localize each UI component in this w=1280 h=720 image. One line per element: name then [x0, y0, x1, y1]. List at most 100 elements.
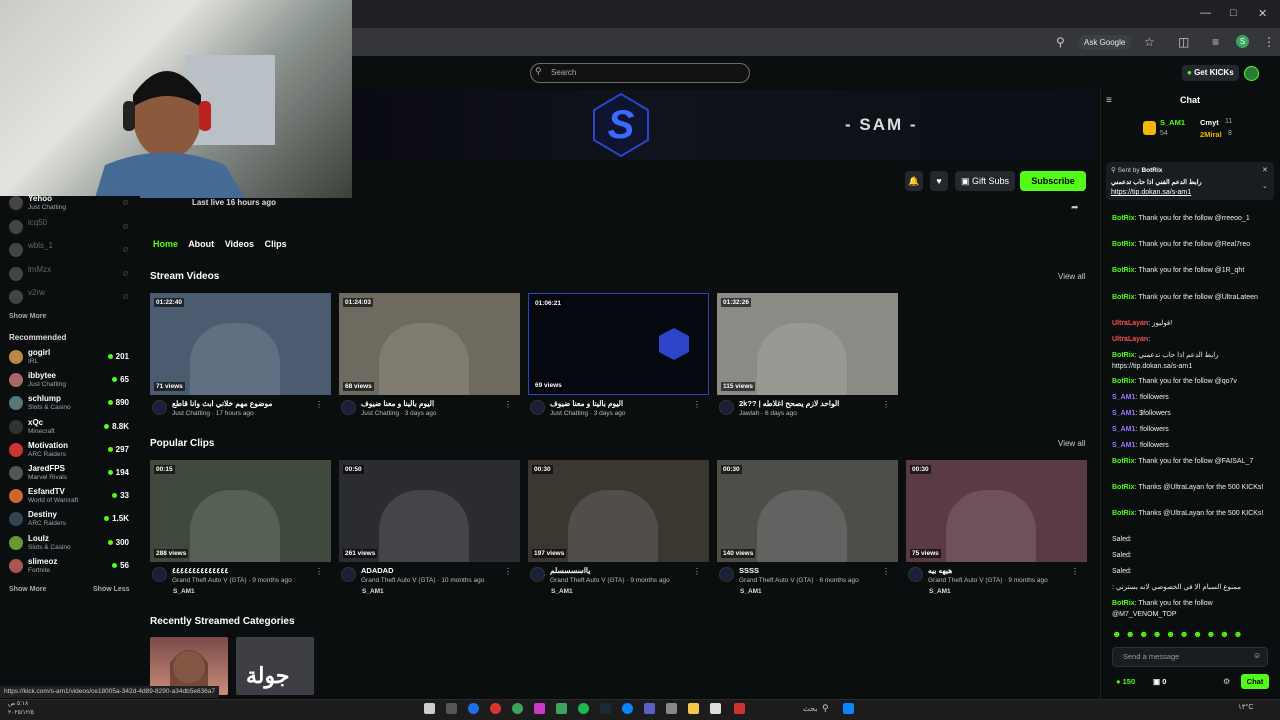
sidebar-following-item[interactable]: icq50 ⊘: [9, 217, 129, 239]
tab-videos[interactable]: Videos: [225, 239, 254, 249]
stream-videos-view-all[interactable]: View all: [1058, 272, 1085, 281]
chat-username[interactable]: BotRix: [1112, 378, 1135, 385]
more-options-icon[interactable]: ⋮: [315, 567, 323, 576]
chat-message-input[interactable]: Send a message: [1112, 647, 1268, 667]
more-options-icon[interactable]: ⋮: [504, 400, 512, 409]
sidebar-recommended-item[interactable]: xQc Minecraft 8.8K: [9, 417, 129, 439]
chat-username[interactable]: BotRix: [1112, 352, 1135, 359]
share-icon[interactable]: ➦: [1071, 202, 1079, 213]
sidebar-recommended-item[interactable]: Destiny ARC Raiders 1.5K: [9, 509, 129, 531]
app-icon-14[interactable]: [710, 703, 721, 714]
category-card-jawlah[interactable]: جولة: [236, 637, 314, 695]
sidebar-recommended-item[interactable]: Motivation ARC Raiders 297: [9, 440, 129, 462]
sidebar-recommended-item[interactable]: slimeoz Fortnite 56: [9, 556, 129, 578]
zoom-icon[interactable]: ⚲: [1056, 35, 1065, 49]
popular-clips-view-all[interactable]: View all: [1058, 439, 1085, 448]
video-title[interactable]: هيهه بيه: [928, 566, 1078, 575]
unpin-icon[interactable]: ✕: [1262, 166, 1268, 174]
app-icon-2[interactable]: [446, 703, 457, 714]
chat-username[interactable]: S_AM1: [1112, 394, 1135, 401]
app-icon-12[interactable]: [666, 703, 677, 714]
chat-username[interactable]: UltraLayan: [1112, 336, 1148, 343]
video-title[interactable]: موضوع مهم خلاني ابث وانا قاطع: [172, 399, 322, 408]
app-icon-3[interactable]: [468, 703, 479, 714]
file-explorer-icon[interactable]: [688, 703, 699, 714]
channel-name[interactable]: S_AM1: [929, 588, 951, 595]
show-less-link[interactable]: Show Less: [93, 586, 130, 593]
taskbar-search[interactable]: بحث: [803, 704, 817, 713]
video-title[interactable]: اليوم بالينا و معنا ضيوف: [361, 399, 511, 408]
maximize-icon[interactable]: □: [1230, 7, 1237, 19]
chat-username[interactable]: BotRix: [1112, 294, 1135, 301]
app-icon-7[interactable]: [556, 703, 567, 714]
sidebar-following-item[interactable]: Yehoo Just Chatting ⊘: [9, 193, 129, 215]
chat-username[interactable]: BotRix: [1112, 510, 1135, 517]
browser-menu-icon[interactable]: ⋮: [1263, 35, 1275, 49]
chat-username[interactable]: Saled: [1112, 552, 1130, 559]
sidebar-recommended-item[interactable]: Loulz Slots & Casino 300: [9, 533, 129, 555]
sidebar-following-item[interactable]: wbls_1 ⊘: [9, 240, 129, 262]
extensions-icon[interactable]: ◫: [1178, 35, 1189, 49]
chrome-taskbar-icon[interactable]: [512, 703, 523, 714]
more-options-icon[interactable]: ⋮: [315, 400, 323, 409]
video-title[interactable]: 2k?? | الواحد لازم يصحح اغلاطه: [739, 399, 889, 408]
user-avatar[interactable]: [1244, 66, 1259, 81]
pinned-link[interactable]: https://tip.dokan.sa/s-am1: [1111, 189, 1191, 196]
channel-name[interactable]: S_AM1: [362, 588, 384, 595]
more-options-icon[interactable]: ⋮: [693, 567, 701, 576]
subs-count[interactable]: ▣ 0: [1153, 677, 1166, 686]
close-icon[interactable]: ✕: [1258, 7, 1267, 20]
chat-settings-icon[interactable]: ⚙: [1223, 677, 1230, 686]
channel-name[interactable]: S_AM1: [173, 588, 195, 595]
search-input[interactable]: Search: [530, 63, 750, 83]
channel-name[interactable]: S_AM1: [551, 588, 573, 595]
tab-home[interactable]: Home: [153, 239, 178, 249]
chat-username[interactable]: Saled: [1112, 536, 1130, 543]
expand-pin-icon[interactable]: ⌄: [1262, 182, 1268, 190]
tab-clips[interactable]: Clips: [265, 239, 287, 249]
chat-username[interactable]: BotRix: [1112, 241, 1135, 248]
chat-username[interactable]: BotRix: [1112, 484, 1135, 491]
show-more-link-2[interactable]: Show More: [9, 586, 46, 593]
sidebar-following-item[interactable]: v2rw ⊘: [9, 287, 129, 309]
app-icon-4[interactable]: [490, 703, 501, 714]
show-more-link[interactable]: Show More: [9, 313, 46, 320]
sidebar-following-item[interactable]: lmMzx ⊘: [9, 264, 129, 286]
start-icon[interactable]: [843, 703, 854, 714]
bookmark-star-icon[interactable]: ☆: [1144, 35, 1155, 49]
more-options-icon[interactable]: ⋮: [504, 567, 512, 576]
kicks-balance[interactable]: ● 150: [1116, 677, 1135, 686]
gift-subs-button[interactable]: ▣ Gift Subs: [955, 171, 1015, 191]
sidebar-recommended-item[interactable]: schlump Slots & Casino 890: [9, 393, 129, 415]
chat-username[interactable]: S_AM1: [1112, 426, 1135, 433]
chat-send-button[interactable]: Chat: [1241, 674, 1269, 689]
spotify-icon[interactable]: [578, 703, 589, 714]
app-icon-15[interactable]: [734, 703, 745, 714]
emoji-picker-icon[interactable]: ☺: [1253, 651, 1261, 660]
subscribe-button[interactable]: Subscribe: [1020, 171, 1086, 191]
video-title[interactable]: ٤٤٤٤٤٤٤٤٤٤٤٤٤٤: [172, 566, 322, 575]
app-icon-11[interactable]: [644, 703, 655, 714]
app-icon-6[interactable]: [534, 703, 545, 714]
more-options-icon[interactable]: ⋮: [882, 400, 890, 409]
chat-username[interactable]: BotRix: [1112, 458, 1135, 465]
emote-bar[interactable]: ☻☻☻☻☻☻☻☻☻☻: [1112, 629, 1247, 639]
sidebar-recommended-item[interactable]: JaredFPS Marvel Rivals 194: [9, 463, 129, 485]
ask-google-button[interactable]: Ask Google: [1078, 35, 1132, 50]
chat-username[interactable]: BotRix: [1112, 267, 1135, 274]
chat-username[interactable]: S_AM1: [1112, 410, 1135, 417]
collapse-chat-icon[interactable]: ≡: [1106, 95, 1112, 106]
edge-icon[interactable]: [622, 703, 633, 714]
follow-heart-button[interactable]: ♥: [930, 171, 948, 191]
chat-username[interactable]: Saled: [1112, 568, 1130, 575]
steam-icon[interactable]: [600, 703, 611, 714]
tab-about[interactable]: About: [188, 239, 214, 249]
app-icon-1[interactable]: [424, 703, 435, 714]
video-title[interactable]: ADADAD: [361, 566, 511, 575]
chat-username[interactable]: S_AM1: [1112, 442, 1135, 449]
more-options-icon[interactable]: ⋮: [693, 400, 701, 409]
sidebar-recommended-item[interactable]: gogirl IRL 201: [9, 347, 129, 369]
notification-bell-button[interactable]: 🔔: [905, 171, 923, 191]
sidebar-recommended-item[interactable]: EsfandTV World of Warcraft 33: [9, 486, 129, 508]
channel-name[interactable]: S_AM1: [740, 588, 762, 595]
